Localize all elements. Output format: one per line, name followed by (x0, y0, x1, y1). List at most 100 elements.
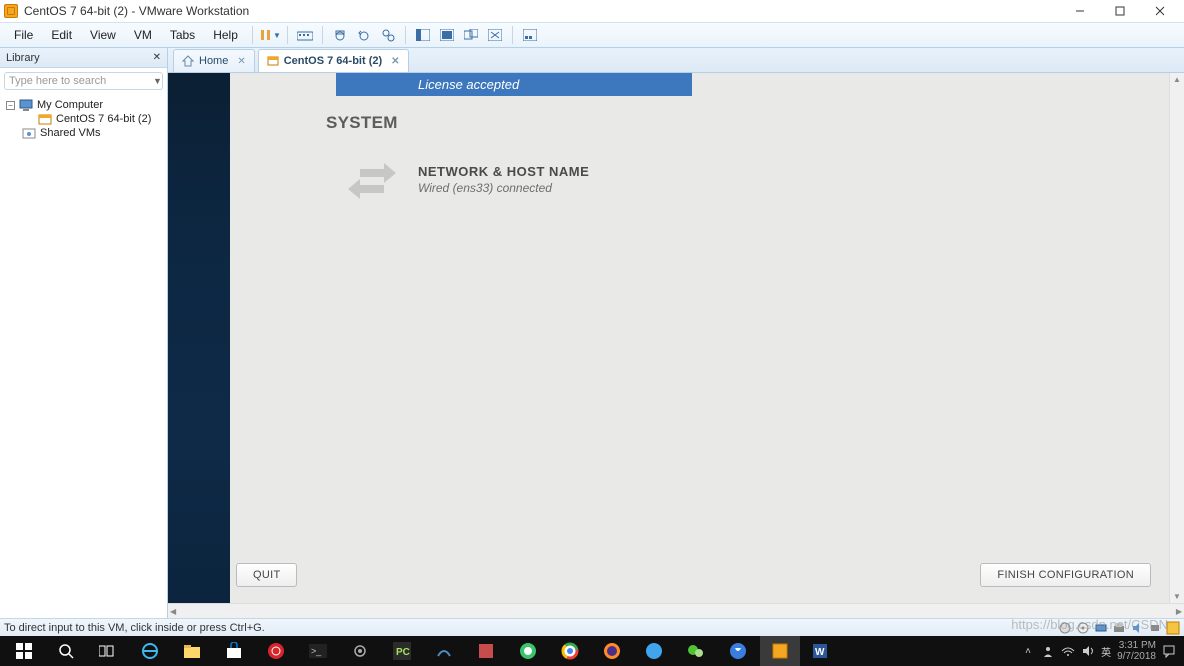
taskbar-store[interactable] (214, 636, 254, 666)
vm-device-icons (1058, 621, 1180, 635)
network-spoke[interactable]: NETWORK & HOST NAME Wired (ens33) connec… (344, 157, 1169, 201)
taskbar-explorer[interactable] (172, 636, 212, 666)
library-header: Library ✕ (0, 48, 167, 68)
tree-shared-label: Shared VMs (40, 127, 101, 139)
license-banner[interactable]: License accepted (336, 73, 692, 96)
library-search-input[interactable] (9, 75, 151, 87)
library-panel: Library ✕ ▼ − My Computer CentOS 7 64-bi… (0, 48, 168, 618)
content-area: Home ✕ CentOS 7 64-bit (2) ✕ LJ License … (168, 48, 1184, 618)
disk-icon[interactable] (1058, 621, 1072, 635)
tree-vm-label: CentOS 7 64-bit (2) (56, 113, 151, 125)
start-button[interactable] (4, 636, 44, 666)
vertical-scrollbar[interactable] (1169, 73, 1184, 603)
menu-help[interactable]: Help (205, 25, 246, 45)
minimize-button[interactable] (1060, 0, 1100, 22)
menu-vm[interactable]: VM (126, 25, 160, 45)
tab-home-label: Home (199, 55, 228, 67)
snapshot-button[interactable] (329, 25, 351, 45)
cortana-search-button[interactable] (46, 636, 86, 666)
library-tree: − My Computer CentOS 7 64-bit (2) Shared… (0, 94, 167, 144)
tab-vm-centos[interactable]: CentOS 7 64-bit (2) ✕ (258, 49, 409, 72)
library-search[interactable]: ▼ (4, 72, 163, 90)
network-spoke-subtitle: Wired (ens33) connected (418, 181, 589, 195)
taskbar-edge[interactable] (130, 636, 170, 666)
taskbar-360[interactable] (508, 636, 548, 666)
menu-view[interactable]: View (82, 25, 124, 45)
vmware-app-icon (4, 4, 18, 18)
taskbar-chrome[interactable] (550, 636, 590, 666)
taskbar-settings[interactable] (340, 636, 380, 666)
expander-minus-icon[interactable]: − (6, 101, 15, 110)
taskbar-app-1[interactable] (256, 636, 296, 666)
thumbnail-bar-button[interactable] (519, 25, 541, 45)
taskbar-mysql[interactable] (424, 636, 464, 666)
horizontal-scrollbar[interactable]: ◀▶ (168, 603, 1184, 618)
vm-icon (38, 113, 52, 125)
tree-vm-centos[interactable]: CentOS 7 64-bit (2) (38, 112, 161, 126)
shared-icon (22, 127, 36, 139)
svg-text:>_: >_ (311, 646, 322, 656)
revert-snapshot-button[interactable] (353, 25, 375, 45)
network-adapter-icon[interactable] (1094, 621, 1108, 635)
tab-vm-label: CentOS 7 64-bit (2) (284, 55, 382, 67)
taskbar-vmware-active[interactable] (760, 636, 800, 666)
tray-people-icon[interactable] (1041, 644, 1055, 658)
snapshot-manager-button[interactable] (377, 25, 399, 45)
taskbar-firefox[interactable] (592, 636, 632, 666)
pause-vm-button[interactable]: ▼ (259, 25, 281, 45)
taskbar-terminal[interactable]: >_ (298, 636, 338, 666)
tray-wifi-icon[interactable] (1061, 644, 1075, 658)
taskbar-word[interactable]: W (802, 636, 842, 666)
taskbar-baidu[interactable] (718, 636, 758, 666)
message-icon[interactable] (1166, 621, 1180, 635)
license-status-text: License accepted (418, 77, 519, 92)
computer-icon (19, 99, 33, 111)
vm-tab-icon (267, 55, 279, 67)
tray-volume-icon[interactable] (1081, 644, 1095, 658)
taskbar-app-2[interactable] (466, 636, 506, 666)
tab-home-close[interactable]: ✕ (237, 56, 245, 67)
sound-icon[interactable] (1130, 621, 1144, 635)
menu-file[interactable]: File (6, 25, 41, 45)
stretch-button[interactable] (484, 25, 506, 45)
send-ctrl-alt-del-button[interactable] (294, 25, 316, 45)
library-title: Library (6, 52, 40, 64)
tray-ime[interactable]: 英 (1101, 644, 1111, 659)
printer-icon[interactable] (1112, 621, 1126, 635)
usb-icon[interactable] (1148, 621, 1162, 635)
taskbar-pycharm[interactable]: PC (382, 636, 422, 666)
menu-tabs[interactable]: Tabs (162, 25, 203, 45)
quit-button[interactable]: QUIT (236, 563, 297, 587)
search-dropdown-icon[interactable]: ▼ (151, 76, 164, 86)
tree-root-mycomputer[interactable]: − My Computer (6, 98, 161, 112)
console-view-button[interactable] (412, 25, 434, 45)
library-close-button[interactable]: ✕ (153, 52, 161, 63)
menu-edit[interactable]: Edit (43, 25, 80, 45)
tray-notifications-icon[interactable] (1162, 644, 1176, 658)
unity-button[interactable] (460, 25, 482, 45)
unity-icon (464, 29, 478, 41)
close-button[interactable] (1140, 0, 1180, 22)
tray-up-icon[interactable]: ˄ (1021, 644, 1035, 658)
svg-text:PC: PC (396, 647, 410, 658)
window-title: CentOS 7 64-bit (2) - VMware Workstation (24, 4, 249, 18)
tray-time: 3:31 PM (1117, 640, 1156, 651)
vm-left-decoration (168, 73, 230, 603)
statusbar-hint: To direct input to this VM, click inside… (4, 622, 265, 634)
tab-home[interactable]: Home ✕ (173, 49, 255, 72)
taskbar-wechat[interactable] (676, 636, 716, 666)
maximize-button[interactable] (1100, 0, 1140, 22)
chevron-down-icon: ▼ (273, 31, 281, 40)
finish-configuration-button[interactable]: FINISH CONFIGURATION (980, 563, 1151, 587)
tab-vm-close[interactable]: ✕ (391, 56, 399, 67)
tray-clock[interactable]: 3:31 PM 9/7/2018 (1117, 640, 1156, 662)
tray-date: 9/7/2018 (1117, 651, 1156, 662)
fullscreen-button[interactable] (436, 25, 458, 45)
fullscreen-icon (440, 29, 454, 41)
tree-shared-vms[interactable]: Shared VMs (22, 126, 161, 140)
cd-icon[interactable] (1076, 621, 1090, 635)
vm-viewport[interactable]: LJ License accepted SYSTEM NETWORK & HOS… (168, 73, 1184, 603)
camera-icon (333, 28, 347, 42)
taskbar-app-3[interactable] (634, 636, 674, 666)
task-view-button[interactable] (88, 636, 128, 666)
